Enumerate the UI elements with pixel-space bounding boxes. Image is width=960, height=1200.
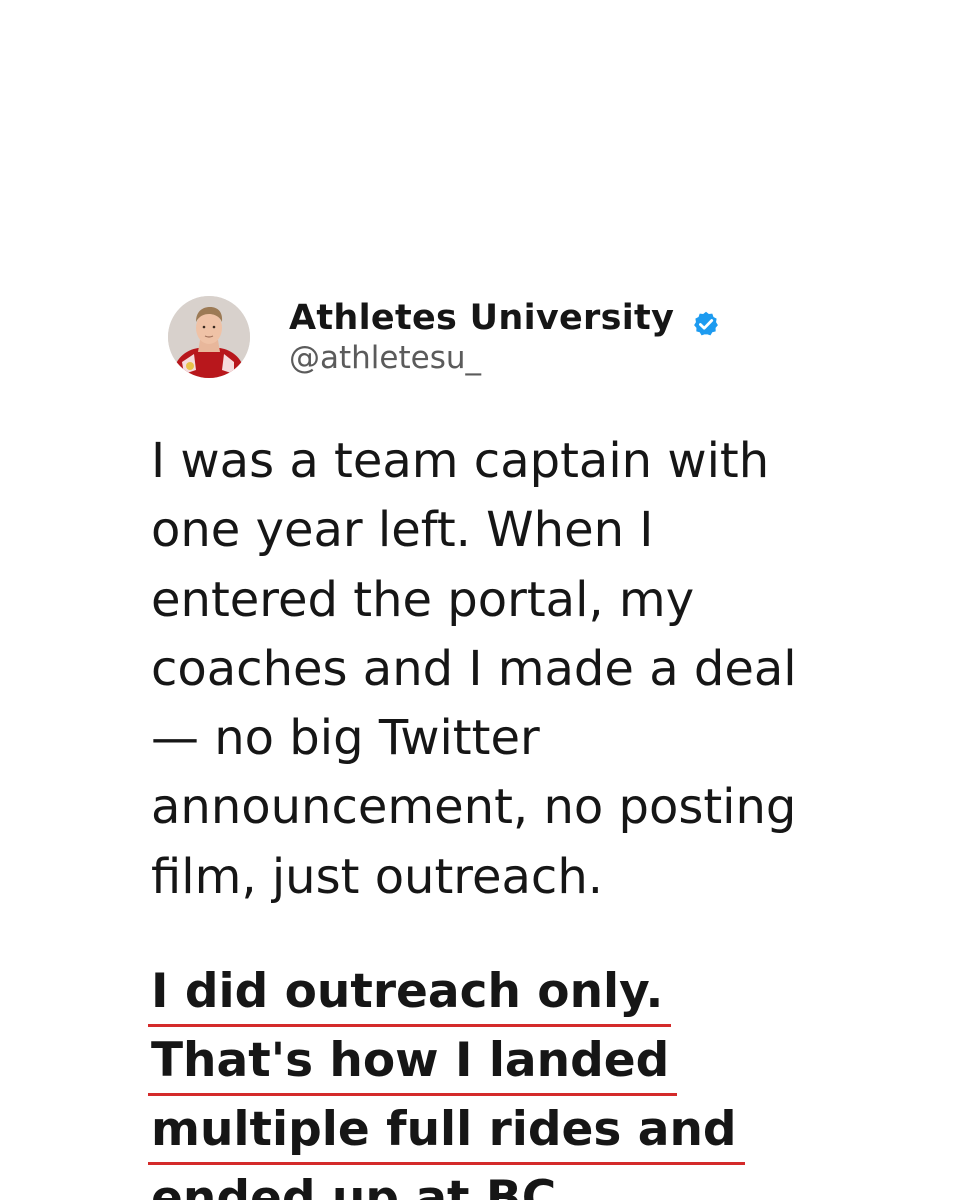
tweet-emphasis-block: I did outreach only. That's how I landed…	[148, 957, 851, 1200]
emphasis-line: That's how I landed	[148, 1026, 851, 1096]
name-row: Athletes University	[289, 298, 720, 338]
name-block: Athletes University @athletesu_	[289, 298, 720, 376]
tweet-header: Athletes University @athletesu_	[168, 296, 720, 378]
emphasis-line-text: I did outreach only.	[148, 957, 672, 1027]
emphasis-line-text: ended up at BC.	[148, 1164, 582, 1200]
avatar[interactable]	[168, 296, 250, 378]
emphasis-line: I did outreach only.	[148, 957, 851, 1027]
tweet-card: Athletes University @athletesu_ I was a …	[0, 0, 960, 1200]
user-handle[interactable]: @athletesu_	[289, 340, 720, 376]
emphasis-line: ended up at BC.	[151, 1164, 851, 1200]
emphasis-line-text: multiple full rides and	[148, 1095, 745, 1165]
display-name[interactable]: Athletes University	[289, 298, 674, 338]
tweet-body-text: I was a team captain with one year left.…	[151, 433, 797, 905]
emphasis-line-text: That's how I landed	[148, 1026, 678, 1096]
emphasis-line: multiple full rides and	[148, 1095, 851, 1165]
verified-badge-icon	[694, 311, 719, 335]
football-player-avatar-icon	[168, 296, 250, 378]
